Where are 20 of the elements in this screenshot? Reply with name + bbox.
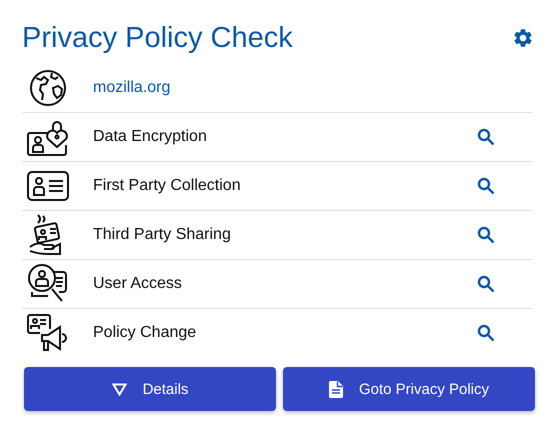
details-button[interactable]: Details [24,367,276,411]
globe-icon [28,68,68,108]
category-label: Third Party Sharing [93,226,231,244]
goto-policy-button[interactable]: Goto Privacy Policy [283,367,535,411]
app-title: Privacy Policy Check [22,22,293,54]
id-card-icon [26,170,70,202]
card-megaphone-icon [26,313,70,353]
search-icon[interactable] [477,177,495,195]
search-icon[interactable] [477,128,495,146]
category-label: Policy Change [93,324,196,342]
category-label: Data Encryption [93,128,207,146]
search-icon[interactable] [477,226,495,244]
category-label: First Party Collection [93,177,241,195]
category-label: User Access [93,275,182,293]
settings-icon[interactable] [512,27,534,49]
triangle-down-icon [112,382,127,396]
document-icon [328,380,343,398]
search-icon[interactable] [477,324,495,342]
site-link[interactable]: mozilla.org [93,79,170,97]
search-icon[interactable] [477,275,495,293]
